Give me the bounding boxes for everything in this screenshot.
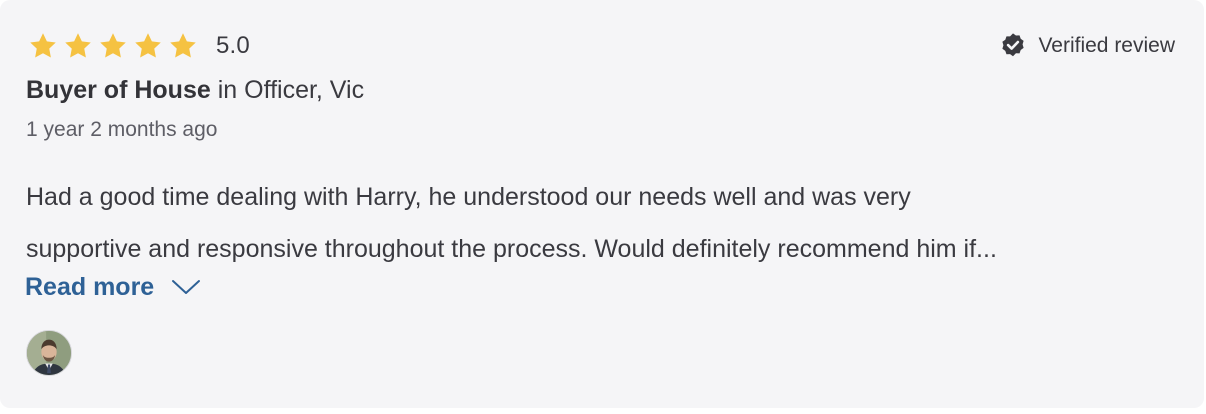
avatar-photo <box>27 331 71 375</box>
rating-row: 5.0 <box>27 31 250 61</box>
read-more-button[interactable]: Read more <box>25 270 201 304</box>
review-text: Had a good time dealing with Harry, he u… <box>26 171 1176 275</box>
verified-badge: Verified review <box>999 32 1175 60</box>
author-location: in Officer, Vic <box>217 76 365 104</box>
star-icon <box>65 33 91 58</box>
star-rating <box>27 31 199 61</box>
star-icon <box>135 33 161 58</box>
review-card: 5.0 Verified review Buyer of House in Of… <box>0 0 1204 408</box>
review-timestamp: 1 year 2 months ago <box>26 118 218 141</box>
star-icon <box>170 33 196 58</box>
star-icon <box>30 33 56 58</box>
verified-label: Verified review <box>1038 34 1175 57</box>
author-name: Buyer of House <box>26 76 211 104</box>
star-icon <box>100 33 126 58</box>
agent-avatar[interactable] <box>26 330 72 376</box>
chevron-down-icon <box>172 280 201 294</box>
review-text-line: Had a good time dealing with Harry, he u… <box>26 183 911 211</box>
verified-badge-icon <box>1002 33 1025 57</box>
author-line: Buyer of House in Officer, Vic <box>26 76 364 105</box>
read-more-label: Read more <box>25 272 155 301</box>
review-text-line: supportive and responsive throughout the… <box>26 235 997 263</box>
rating-value: 5.0 <box>216 32 250 59</box>
